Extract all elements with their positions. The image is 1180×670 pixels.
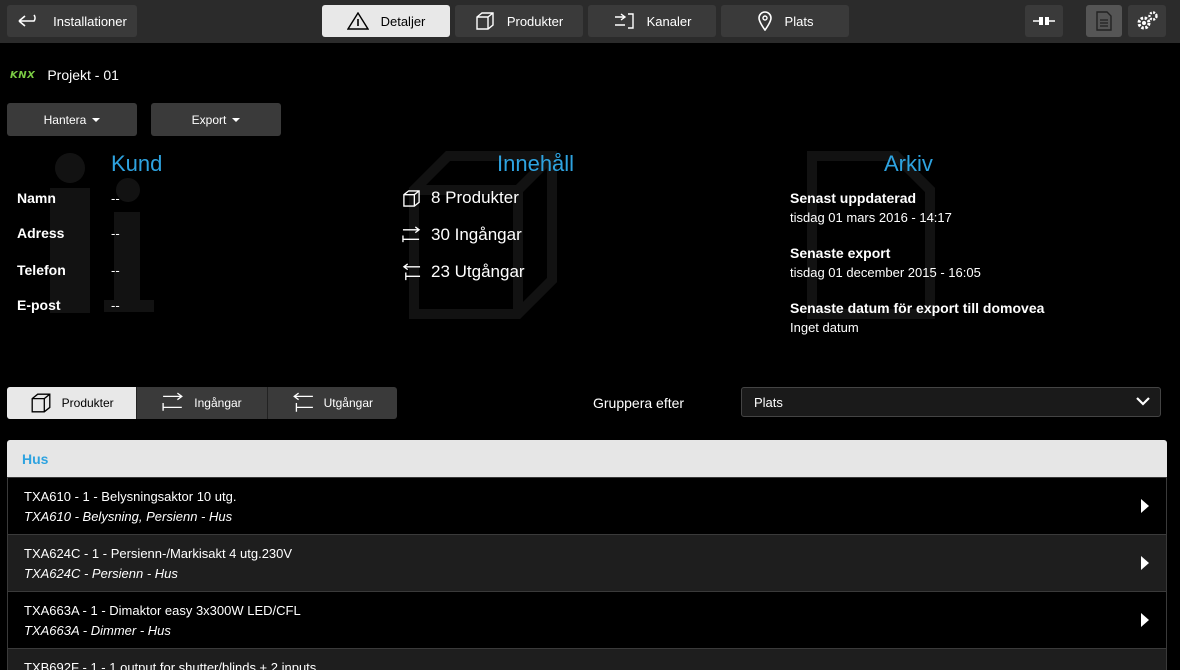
customer-email-value: -- [111, 298, 120, 313]
customer-phone-value: -- [111, 263, 120, 278]
tab-details[interactable]: Detaljer [322, 5, 450, 37]
segment-products-label: Produkter [61, 396, 114, 410]
export-dropdown[interactable]: Export [151, 103, 281, 136]
archive-title: Arkiv [884, 151, 933, 176]
settings-button[interactable] [1128, 5, 1166, 37]
list-item-subtitle: TXA663A - Dimmer - Hus [24, 623, 171, 638]
content-products-text: 8 Produkter [431, 188, 519, 207]
list-item-title: TXA663A - 1 - Dimaktor easy 3x300W LED/C… [24, 603, 301, 618]
domovea-export-value: Inget datum [790, 320, 859, 335]
customer-phone-label: Telefon [17, 262, 66, 278]
cube-icon [31, 393, 51, 413]
list-item[interactable]: TXA624C - 1 - Persienn-/Markisakt 4 utg.… [7, 534, 1167, 591]
last-updated-value: tisdag 01 mars 2016 - 14:17 [790, 210, 952, 225]
project-header: KNX Projekt - 01 [10, 67, 119, 83]
tab-location[interactable]: Plats [721, 5, 849, 37]
customer-email-label: E-post [17, 297, 61, 313]
gear-icon [1137, 11, 1158, 30]
list-group-header: Hus [7, 440, 1167, 477]
customer-address-label: Adress [17, 225, 65, 241]
knx-logo: KNX [10, 69, 36, 81]
tab-products[interactable]: Produkter [455, 5, 583, 37]
info-icon [346, 12, 369, 30]
caret-down-icon [92, 117, 101, 122]
last-export-value: tisdag 01 december 2015 - 16:05 [790, 265, 981, 280]
chevron-right-icon [1141, 556, 1149, 570]
content-inputs: 30 Ingångar [402, 225, 522, 245]
export-label: Export [191, 112, 227, 127]
cube-icon [403, 189, 420, 207]
caret-down-icon [232, 117, 241, 122]
content-title: Innehåll [497, 151, 575, 176]
tab-location-label: Plats [784, 13, 814, 29]
segment-inputs-label: Ingångar [194, 396, 242, 410]
customer-title: Kund [111, 151, 163, 176]
content-products: 8 Produkter [402, 188, 519, 208]
list-item-title: TXB692F - 1 - 1 output for shutter/blind… [24, 660, 317, 670]
segment-inputs[interactable]: Ingångar [137, 387, 268, 419]
list-item[interactable]: TXB692F - 1 - 1 output for shutter/blind… [7, 648, 1167, 670]
domovea-export-label: Senaste datum för export till domovea [790, 300, 1045, 316]
manage-label: Hantera [43, 112, 87, 127]
channel-icon [614, 13, 634, 29]
chevron-right-icon [1141, 613, 1149, 627]
back-arrow-icon [18, 14, 36, 27]
customer-address-value: -- [111, 226, 120, 241]
input-icon [402, 225, 421, 242]
segment-products[interactable]: Produkter [7, 387, 138, 419]
list-item[interactable]: TXA610 - 1 - Belysningsaktor 10 utg. TXA… [7, 477, 1167, 534]
connector-icon [1033, 17, 1055, 25]
last-updated-label: Senast uppdaterad [790, 190, 917, 206]
output-icon [292, 392, 313, 412]
location-pin-icon [757, 11, 772, 31]
chevron-right-icon [1141, 499, 1149, 513]
manage-dropdown[interactable]: Hantera [7, 103, 137, 136]
connection-button[interactable] [1025, 5, 1063, 37]
group-by-select[interactable]: Plats [741, 387, 1161, 417]
back-button[interactable]: Installationer [7, 5, 137, 37]
group-by-value: Plats [754, 394, 783, 410]
list-item[interactable]: TXA663A - 1 - Dimaktor easy 3x300W LED/C… [7, 591, 1167, 648]
top-bar: Installationer Detaljer Produkter Kanale… [0, 0, 1180, 43]
content-inputs-text: 30 Ingångar [431, 225, 522, 244]
output-icon [402, 262, 421, 280]
chevron-down-icon [1136, 397, 1150, 406]
back-label: Installationer [53, 13, 127, 29]
list-item-title: TXA610 - 1 - Belysningsaktor 10 utg. [24, 489, 237, 504]
cube-icon [476, 12, 494, 30]
list-item-title: TXA624C - 1 - Persienn-/Markisakt 4 utg.… [24, 546, 293, 561]
tab-details-label: Detaljer [380, 13, 426, 29]
tab-channels[interactable]: Kanaler [588, 5, 716, 37]
segment-outputs[interactable]: Utgångar [268, 387, 397, 419]
input-icon [162, 392, 184, 411]
tab-products-label: Produkter [506, 13, 564, 29]
list-item-subtitle: TXA624C - Persienn - Hus [24, 566, 178, 581]
report-button[interactable] [1086, 5, 1122, 37]
customer-name-label: Namn [17, 190, 56, 206]
last-export-label: Senaste export [790, 245, 891, 261]
content-outputs: 23 Utgångar [402, 262, 525, 282]
segment-outputs-label: Utgångar [323, 396, 373, 410]
project-name: Projekt - 01 [47, 67, 119, 83]
document-icon [1096, 11, 1112, 31]
group-by-label: Gruppera efter [593, 395, 685, 411]
tab-channels-label: Kanaler [646, 13, 692, 29]
content-outputs-text: 23 Utgångar [431, 262, 525, 281]
list-item-subtitle: TXA610 - Belysning, Persienn - Hus [24, 509, 233, 524]
view-segment: Produkter Ingångar Utgångar [7, 387, 397, 419]
customer-name-value: -- [111, 191, 120, 206]
